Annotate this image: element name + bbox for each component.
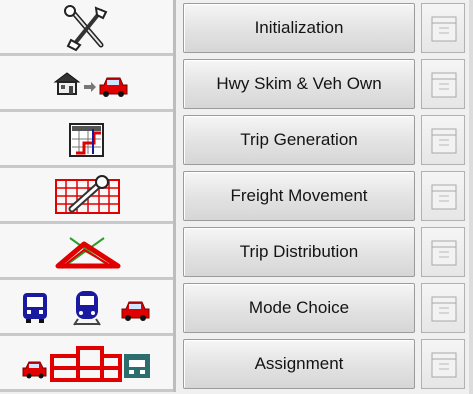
step-row-hwy-skim: Hwy Skim & Veh Own xyxy=(0,56,473,112)
step-options-button[interactable] xyxy=(421,3,465,53)
trip-generation-button[interactable]: Trip Generation xyxy=(183,115,415,165)
step-icon-cell xyxy=(0,168,176,224)
trip-generation-icon xyxy=(69,123,104,157)
step-icon-cell xyxy=(0,280,176,336)
bus-train-car-icon xyxy=(23,291,150,326)
step-options-button[interactable] xyxy=(421,59,465,109)
window-icon xyxy=(431,296,457,322)
mode-choice-button[interactable]: Mode Choice xyxy=(183,283,415,333)
step-row-mode-choice: Mode Choice xyxy=(0,280,473,336)
freight-movement-button[interactable]: Freight Movement xyxy=(183,171,415,221)
window-icon xyxy=(431,128,457,154)
trip-distribution-triangle-icon xyxy=(55,237,121,269)
step-icon-cell xyxy=(0,112,176,168)
window-icon xyxy=(431,16,457,42)
hwy-skim-veh-own-button[interactable]: Hwy Skim & Veh Own xyxy=(183,59,415,109)
step-options-button[interactable] xyxy=(421,283,465,333)
step-icon-cell xyxy=(0,56,176,112)
window-icon xyxy=(431,72,457,98)
step-options-button[interactable] xyxy=(421,171,465,221)
initialization-button[interactable]: Initialization xyxy=(183,3,415,53)
window-icon xyxy=(431,352,457,378)
step-options-button[interactable] xyxy=(421,115,465,165)
step-icon-cell xyxy=(0,0,176,56)
step-row-assignment: Assignment xyxy=(0,336,473,392)
freight-wrench-grid-icon xyxy=(55,175,120,214)
step-icon-cell xyxy=(0,224,176,280)
step-row-trip-generation: Trip Generation xyxy=(0,112,473,168)
window-icon xyxy=(431,240,457,266)
window-icon xyxy=(431,184,457,210)
step-options-button[interactable] xyxy=(421,227,465,277)
house-to-car-icon xyxy=(53,72,128,97)
assignment-button[interactable]: Assignment xyxy=(183,339,415,389)
step-icon-cell xyxy=(0,336,176,392)
trip-distribution-button[interactable]: Trip Distribution xyxy=(183,227,415,277)
step-row-initialization: Initialization xyxy=(0,0,473,56)
step-options-button[interactable] xyxy=(421,339,465,389)
panel-right-edge xyxy=(469,0,473,394)
tools-icon xyxy=(64,5,108,52)
model-steps-panel: Initialization Hwy Skim & Veh Own Trip G… xyxy=(0,0,473,394)
step-row-freight-movement: Freight Movement xyxy=(0,168,473,224)
car-network-icon xyxy=(22,346,150,382)
step-row-trip-distribution: Trip Distribution xyxy=(0,224,473,280)
